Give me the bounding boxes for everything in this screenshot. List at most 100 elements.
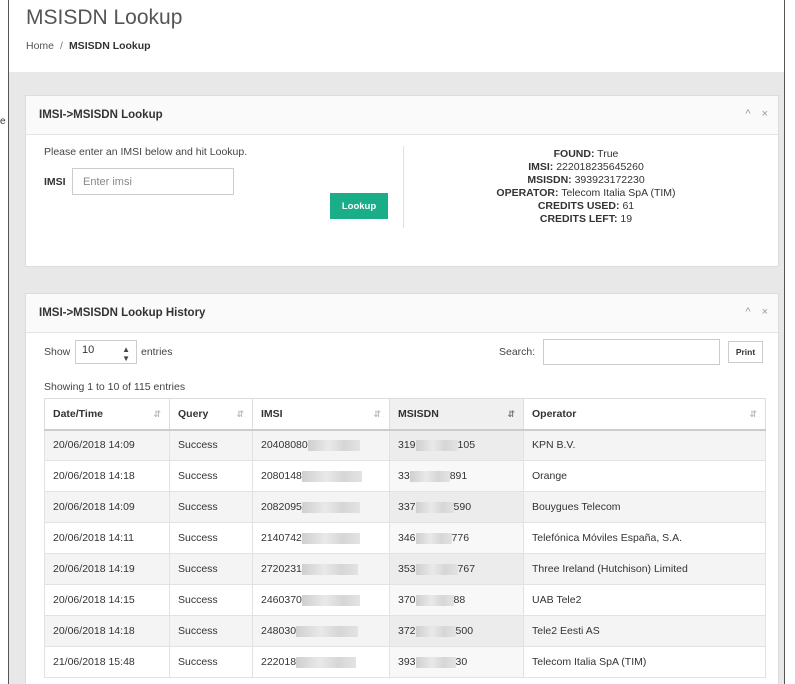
lookup-panel: IMSI->MSISDN Lookup ^ × Please enter an …	[25, 95, 779, 267]
cell-query: Success	[169, 584, 253, 616]
table-row[interactable]: 20/06/2018 14:18 Success 2080148 33 891 O…	[44, 460, 766, 492]
cell-query: Success	[169, 646, 253, 678]
table-header-row: Date/Time ⇵ Query ⇵ IMSI ⇵ MSISDN ⇵ Operator…	[44, 398, 766, 431]
cell-msisdn: 33 891	[389, 460, 524, 492]
cell-datetime: 20/06/2018 14:11	[44, 522, 170, 554]
print-button[interactable]: Print	[728, 341, 763, 363]
cell-datetime: 20/06/2018 14:18	[44, 460, 170, 492]
cell-msisdn: 337 590	[389, 491, 524, 523]
app-frame: MSISDN Lookup Home / MSISDN Lookup IMSI->M…	[8, 0, 785, 684]
cell-operator: Tele2 Eesti AS	[523, 615, 766, 647]
cell-msisdn: 346 776	[389, 522, 524, 554]
table-row[interactable]: 20/06/2018 14:09 Success 20408080 319 105…	[44, 429, 766, 461]
column-header-msisdn[interactable]: MSISDN ⇵	[389, 398, 524, 431]
redaction-mask	[415, 594, 454, 606]
breadcrumb-home-link[interactable]: Home	[26, 40, 54, 52]
close-icon[interactable]: ×	[762, 108, 768, 120]
imsi-input[interactable]	[72, 168, 234, 195]
search-label: Search:	[499, 346, 536, 358]
close-icon[interactable]: ×	[762, 306, 768, 318]
redaction-mask	[301, 532, 360, 544]
sort-icon: ⇵	[236, 409, 244, 419]
redaction-mask	[307, 439, 360, 451]
redaction-mask	[296, 656, 357, 668]
cell-imsi: 248030	[252, 615, 390, 647]
page-title: MSISDN Lookup	[26, 6, 183, 29]
history-table: Date/Time ⇵ Query ⇵ IMSI ⇵ MSISDN ⇵ Operator…	[44, 398, 766, 678]
page-length-select[interactable]: 10 ▲ ▼	[75, 340, 137, 364]
redaction-mask	[409, 470, 450, 482]
breadcrumb-separator: /	[60, 40, 63, 52]
cell-query: Success	[169, 460, 253, 492]
redaction-mask	[296, 625, 359, 637]
cell-query: Success	[169, 553, 253, 585]
table-row[interactable]: 20/06/2018 14:09 Success 2082095 337 590 …	[44, 491, 766, 523]
result-credits-used: CREDITS USED: 61	[537, 200, 635, 212]
result-credits-left: CREDITS LEFT: 19	[539, 213, 633, 225]
column-header-operator[interactable]: Operator ⇵	[523, 398, 766, 431]
cell-imsi: 20408080	[252, 429, 390, 461]
cell-operator: Three Ireland (Hutchison) Limited	[523, 553, 766, 585]
lookup-button[interactable]: Lookup	[330, 193, 388, 219]
cell-datetime: 20/06/2018 14:19	[44, 553, 170, 585]
lookup-panel-tools: ^ ×	[737, 108, 768, 120]
history-panel-tools: ^ ×	[737, 306, 768, 318]
result-imsi: IMSI: 222018235645260	[528, 161, 644, 173]
collapse-icon[interactable]: ^	[745, 306, 750, 318]
cell-datetime: 20/06/2018 14:15	[44, 584, 170, 616]
cell-imsi: 2720231	[252, 553, 390, 585]
history-panel-header: IMSI->MSISDN Lookup History ^ ×	[26, 294, 778, 333]
cell-datetime: 21/06/2018 15:48	[44, 646, 170, 678]
history-panel-title: IMSI->MSISDN Lookup History	[39, 307, 206, 319]
cell-msisdn: 319 105	[389, 429, 524, 461]
page-length-value: 10	[82, 344, 95, 356]
cell-msisdn: 372 500	[389, 615, 524, 647]
cell-operator: KPN B.V.	[523, 429, 766, 461]
lookup-form: Please enter an IMSI below and hit Looku…	[44, 146, 404, 236]
sort-icon: ⇵	[749, 409, 757, 419]
redaction-mask	[301, 594, 360, 606]
lookup-result: FOUND: True IMSI: 222018235645260 MSISDN…	[416, 148, 756, 226]
cell-datetime: 20/06/2018 14:18	[44, 615, 170, 647]
table-row[interactable]: 20/06/2018 14:19 Success 2720231 353 767 …	[44, 553, 766, 585]
cell-query: Success	[169, 522, 253, 554]
table-row[interactable]: 20/06/2018 14:11 Success 2140742 346 776 …	[44, 522, 766, 554]
lookup-panel-title: IMSI->MSISDN Lookup	[39, 109, 163, 121]
cell-query: Success	[169, 429, 253, 461]
table-row[interactable]: 20/06/2018 14:15 Success 2460370 370 88 U…	[44, 584, 766, 616]
cell-msisdn: 393 30	[389, 646, 524, 678]
history-panel: IMSI->MSISDN Lookup History ^ × Show 10 …	[25, 293, 779, 684]
cell-msisdn: 370 88	[389, 584, 524, 616]
cell-operator: UAB Tele2	[523, 584, 766, 616]
panel-divider	[403, 146, 404, 228]
table-row[interactable]: 20/06/2018 14:18 Success 248030 372 500 T…	[44, 615, 766, 647]
table-row[interactable]: 21/06/2018 15:48 Success 222018 393 30 Te…	[44, 646, 766, 678]
cell-imsi: 2460370	[252, 584, 390, 616]
table-info: Showing 1 to 10 of 115 entries	[44, 381, 186, 393]
collapse-icon[interactable]: ^	[745, 108, 750, 120]
redaction-mask	[301, 470, 362, 482]
sort-icon: ⇵	[373, 409, 381, 419]
page-header: MSISDN Lookup Home / MSISDN Lookup	[9, 0, 784, 72]
cell-operator: Orange	[523, 460, 766, 492]
column-header-imsi[interactable]: IMSI ⇵	[252, 398, 390, 431]
cell-query: Success	[169, 491, 253, 523]
result-msisdn: MSISDN: 393923172230	[527, 174, 645, 186]
select-caret-icon: ▲ ▼	[122, 345, 130, 363]
cell-imsi: 2080148	[252, 460, 390, 492]
clipped-side-text: e	[0, 116, 6, 127]
length-control: Show 10 ▲ ▼ entries	[44, 340, 173, 364]
search-input[interactable]	[543, 339, 720, 365]
imsi-label: IMSI	[44, 176, 66, 188]
redaction-mask	[415, 501, 454, 513]
lookup-instruction: Please enter an IMSI below and hit Looku…	[44, 146, 248, 158]
column-header-query[interactable]: Query ⇵	[169, 398, 253, 431]
sort-desc-icon: ⇵	[507, 409, 515, 419]
result-found: FOUND: True	[553, 148, 619, 160]
breadcrumb: Home / MSISDN Lookup	[26, 40, 151, 52]
redaction-mask	[301, 563, 358, 575]
cell-imsi: 2082095	[252, 491, 390, 523]
column-header-datetime[interactable]: Date/Time ⇵	[44, 398, 170, 431]
show-label: Show	[44, 346, 71, 358]
entries-label: entries	[141, 346, 173, 358]
